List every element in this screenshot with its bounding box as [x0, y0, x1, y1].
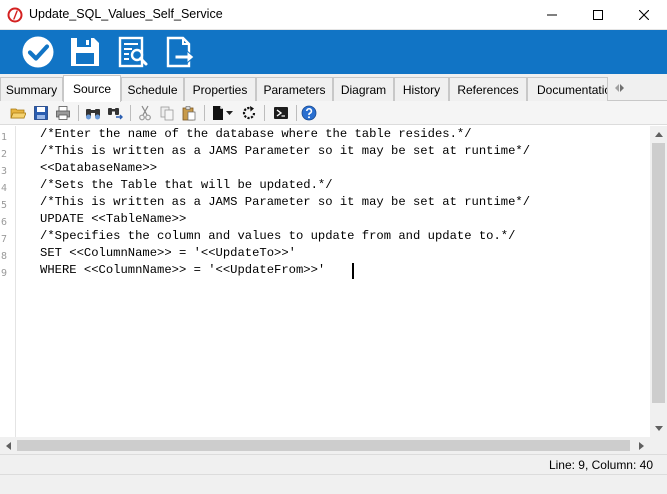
horizontal-scrollbar[interactable]: [0, 437, 650, 454]
copy-icon: [160, 106, 174, 121]
editor-toolbar: [0, 101, 667, 125]
document-search-icon: [118, 36, 148, 68]
line-number-gutter: 1 2 3 4 5 6 7 8 9: [0, 126, 16, 437]
close-button[interactable]: [621, 0, 667, 30]
chevron-right-icon: [620, 84, 624, 92]
chevron-up-icon: [654, 132, 663, 137]
minimize-icon: [547, 14, 557, 16]
line-number: 5: [1, 200, 8, 211]
scrollbar-corner: [650, 437, 667, 454]
tab-diagram[interactable]: Diagram: [333, 77, 394, 101]
title-bar: Update_SQL_Values_Self_Service: [0, 0, 667, 30]
scroll-down-button[interactable]: [650, 420, 667, 437]
code-line[interactable]: <<DatabaseName>>: [40, 160, 157, 177]
find-icon: [86, 109, 100, 120]
tab-schedule[interactable]: Schedule: [121, 77, 184, 101]
tab-history[interactable]: History: [394, 77, 449, 101]
save-file-button[interactable]: [32, 104, 50, 122]
horizontal-scroll-thumb[interactable]: [17, 440, 630, 451]
toolbar-separator: [78, 105, 79, 121]
paste-button[interactable]: [180, 104, 198, 122]
code-editor[interactable]: 1 2 3 4 5 6 7 8 9 /*Enter the name of th…: [0, 126, 650, 437]
window-title: Update_SQL_Values_Self_Service: [29, 7, 223, 21]
refresh-icon: [242, 106, 256, 120]
find-button[interactable]: [84, 104, 102, 122]
line-number: 1: [1, 132, 8, 143]
open-folder-button[interactable]: [9, 104, 27, 122]
print-icon: [56, 106, 70, 120]
scroll-left-button[interactable]: [0, 437, 17, 454]
export-button[interactable]: [160, 33, 200, 71]
minimize-button[interactable]: [529, 0, 575, 30]
tab-documentation[interactable]: Documentation: [527, 77, 608, 101]
save-close-button[interactable]: [18, 33, 58, 71]
vertical-scroll-thumb[interactable]: [652, 143, 665, 403]
chevron-down-icon: [225, 111, 233, 115]
code-line[interactable]: /*This is written as a JAMS Parameter so…: [40, 143, 530, 160]
maximize-icon: [593, 10, 603, 20]
open-folder-icon: [10, 108, 26, 119]
code-line[interactable]: SET <<ColumnName>> = '<<UpdateTo>>': [40, 245, 296, 262]
chevron-left-icon: [6, 441, 11, 450]
maximize-button[interactable]: [575, 0, 621, 30]
scroll-right-button[interactable]: [633, 437, 650, 454]
replace-icon: [108, 108, 123, 120]
save-button[interactable]: [65, 33, 105, 71]
help-button[interactable]: [300, 104, 318, 122]
status-bar: Line: 9, Column: 40: [0, 454, 667, 474]
cut-icon: [139, 105, 151, 121]
line-number: 3: [1, 166, 8, 177]
replace-button[interactable]: [106, 104, 124, 122]
code-line[interactable]: UPDATE <<TableName>>: [40, 211, 186, 228]
line-number: 7: [1, 234, 8, 245]
chevron-right-icon: [639, 441, 644, 450]
line-number: 2: [1, 149, 8, 160]
bottom-panel: [0, 474, 667, 494]
powershell-button[interactable]: [272, 104, 290, 122]
new-document-dropdown[interactable]: [224, 104, 234, 122]
vertical-scrollbar[interactable]: [650, 126, 667, 437]
paste-icon: [182, 106, 196, 121]
line-number: 6: [1, 217, 8, 228]
cut-button[interactable]: [136, 104, 154, 122]
refresh-button[interactable]: [240, 104, 258, 122]
help-icon: [301, 105, 317, 121]
chevron-down-icon: [654, 426, 663, 431]
powershell-icon: [274, 107, 288, 119]
tab-parameters[interactable]: Parameters: [256, 77, 333, 101]
tab-source[interactable]: Source: [63, 75, 121, 102]
close-icon: [639, 10, 649, 20]
cursor-position: Line: 9, Column: 40: [548, 458, 653, 472]
toolbar-separator: [264, 105, 265, 121]
tab-summary[interactable]: Summary: [0, 77, 63, 101]
ribbon-toolbar: [0, 30, 667, 74]
tab-scroll-right-button[interactable]: [614, 80, 630, 96]
floppy-disk-icon: [71, 38, 99, 66]
document-export-icon: [166, 36, 195, 68]
line-number: 4: [1, 183, 8, 194]
line-number: 9: [1, 268, 8, 279]
save-icon: [34, 106, 48, 120]
jams-app-icon: [7, 7, 23, 23]
text-caret: [352, 263, 354, 279]
tab-properties[interactable]: Properties: [184, 77, 256, 101]
code-line[interactable]: /*This is written as a JAMS Parameter so…: [40, 194, 530, 211]
print-button[interactable]: [54, 104, 72, 122]
code-line[interactable]: /*Enter the name of the database where t…: [40, 126, 472, 143]
toolbar-separator: [296, 105, 297, 121]
line-number: 8: [1, 251, 8, 262]
code-line[interactable]: WHERE <<ColumnName>> = '<<UpdateFrom>>': [40, 262, 325, 279]
tab-strip: Summary Source Schedule Properties Param…: [0, 74, 667, 102]
code-line[interactable]: /*Sets the Table that will be updated.*/: [40, 177, 333, 194]
tab-references[interactable]: References: [449, 77, 527, 101]
code-line[interactable]: /*Specifies the column and values to upd…: [40, 228, 515, 245]
checkmark-circle-icon: [22, 36, 54, 68]
toolbar-separator: [204, 105, 205, 121]
copy-button[interactable]: [158, 104, 176, 122]
toolbar-separator: [130, 105, 131, 121]
view-button[interactable]: [113, 33, 153, 71]
scroll-up-button[interactable]: [650, 126, 667, 143]
